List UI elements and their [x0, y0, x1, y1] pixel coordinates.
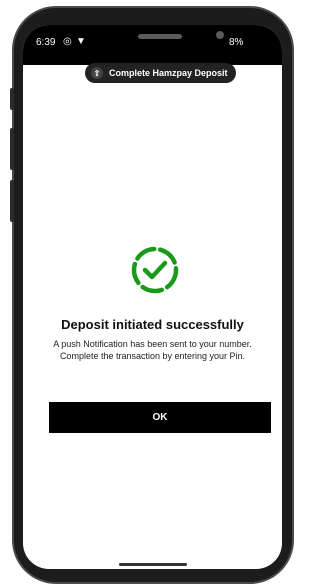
dialog-message: A push Notification has been sent to you…: [23, 338, 282, 362]
notification-pill[interactable]: ⇧ Complete Hamzpay Deposit: [85, 63, 236, 83]
whatsapp-icon: ◎: [63, 36, 72, 47]
front-camera: [216, 31, 224, 39]
notification-label: Complete Hamzpay Deposit: [109, 68, 228, 78]
check-circle-dashed-icon: [130, 245, 180, 295]
volume-down-button: [10, 180, 14, 222]
battery-level: 8%: [229, 37, 244, 48]
volume-button: [10, 88, 14, 110]
ok-button[interactable]: OK: [49, 402, 271, 433]
home-indicator[interactable]: [119, 563, 187, 566]
status-bar: 6:39 ◎ ▼ 8%: [23, 25, 282, 65]
speaker: [138, 34, 182, 39]
message-icon: ▼: [76, 36, 86, 47]
message-line-1: A push Notification has been sent to you…: [53, 339, 252, 349]
status-time: 6:39: [36, 37, 56, 48]
dialog-title: Deposit initiated successfully: [61, 317, 244, 332]
screen: 6:39 ◎ ▼ 8% ⇧ Complete Hamzpay Deposit D…: [23, 25, 282, 569]
message-line-2: Complete the transaction by entering you…: [59, 351, 246, 361]
volume-up-button: [10, 128, 14, 170]
app-icon: ⇧: [91, 67, 103, 79]
